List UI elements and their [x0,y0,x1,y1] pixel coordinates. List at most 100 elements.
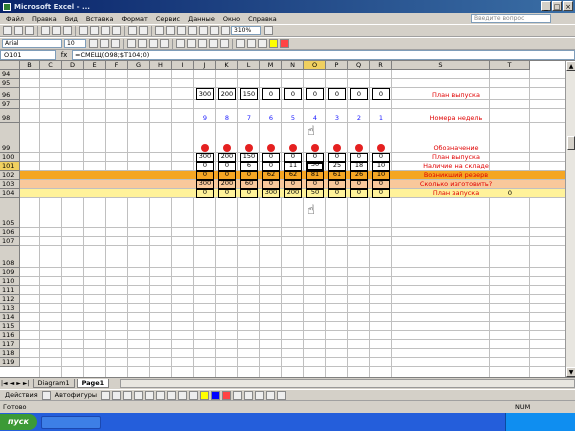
cell-l111[interactable] [240,286,258,295]
cell-p115[interactable] [328,322,346,331]
cell-k104[interactable]: 0 [218,188,236,198]
cell-k117[interactable] [218,340,236,349]
cell-r109[interactable] [372,268,390,277]
cell-l97[interactable] [240,100,258,109]
oval-icon[interactable] [133,390,143,400]
cell-l108[interactable] [240,246,258,268]
cell-n105[interactable] [284,198,302,228]
cell-n116[interactable] [284,331,302,340]
row-header-111[interactable]: 111 [0,286,20,295]
cell-n107[interactable] [284,237,302,246]
name-box[interactable]: O101 [0,50,56,60]
increase-decimal-icon[interactable] [209,39,218,48]
align-left-icon[interactable] [127,39,136,48]
cell-q116[interactable] [350,331,368,340]
cell-l118[interactable] [240,349,258,358]
cell-n104[interactable]: 200 [284,188,302,198]
cell-o111[interactable] [306,286,324,295]
row-header-113[interactable]: 113 [0,304,20,313]
cell-p119[interactable] [328,358,346,367]
cell-m113[interactable] [262,304,280,313]
cell-q113[interactable] [350,304,368,313]
cell-n94[interactable] [284,70,302,79]
row-header-110[interactable]: 110 [0,277,20,286]
picture-icon[interactable] [188,390,198,400]
cell-r113[interactable] [372,304,390,313]
cell-q95[interactable] [350,79,368,88]
close-button[interactable]: × [563,1,573,11]
cell-n98[interactable]: 5 [284,109,302,123]
column-header-q[interactable]: Q [348,61,370,70]
horizontal-scrollbar[interactable] [120,379,575,388]
column-header-r[interactable]: R [370,61,392,70]
column-header-l[interactable]: L [238,61,260,70]
cell-k95[interactable] [218,79,236,88]
cell-o112[interactable] [306,295,324,304]
cell-n113[interactable] [284,304,302,313]
sort-asc-icon[interactable] [188,26,197,35]
vertical-scrollbar[interactable]: ▲ ▼ [565,61,575,377]
menu-window[interactable]: Окно [219,15,244,23]
column-header-f[interactable]: F [106,61,128,70]
dash-style-icon[interactable] [243,390,253,400]
menu-help[interactable]: Справка [244,15,281,23]
cell-k107[interactable] [218,237,236,246]
cell-l96[interactable]: 150 [240,88,258,100]
row-header-104[interactable]: 104 [0,189,20,198]
cell-m98[interactable]: 6 [262,109,280,123]
rectangle-icon[interactable] [122,390,132,400]
cell-m96[interactable]: 0 [262,88,280,100]
cell-k97[interactable] [218,100,236,109]
column-header-s[interactable]: S [392,61,490,70]
taskbar-excel-item[interactable] [40,415,101,429]
row-header-119[interactable]: 119 [0,358,20,367]
cell-l114[interactable] [240,313,258,322]
column-header-i[interactable]: I [172,61,194,70]
cell-q94[interactable] [350,70,368,79]
cell-q107[interactable] [350,237,368,246]
worksheet-grid[interactable]: B C D E F G H I J K L M N O P Q R S T 94 95 96 300 200 150 0 0 0 0 0 0… [0,61,565,377]
cell-q104[interactable]: 0 [350,188,368,198]
cell-j118[interactable] [196,349,214,358]
cell-o110[interactable] [306,277,324,286]
cell-j113[interactable] [196,304,214,313]
row-header-114[interactable]: 114 [0,313,20,322]
hyperlink-icon[interactable] [155,26,164,35]
cell-n118[interactable] [284,349,302,358]
prev-sheet-icon[interactable]: ◄ [9,380,16,387]
scroll-thumb[interactable] [567,136,575,150]
column-header-m[interactable]: M [260,61,282,70]
merge-center-icon[interactable] [160,39,169,48]
maximize-button[interactable]: □ [552,1,562,11]
align-right-icon[interactable] [149,39,158,48]
menu-tools[interactable]: Сервис [152,15,184,23]
cell-k98[interactable]: 8 [218,109,236,123]
help-icon[interactable] [264,26,273,35]
cell-k112[interactable] [218,295,236,304]
cell-p106[interactable] [328,228,346,237]
print-icon[interactable] [41,26,50,35]
cell-r112[interactable] [372,295,390,304]
drawing-icon[interactable] [221,26,230,35]
cell-j105[interactable] [196,198,214,228]
cell-l112[interactable] [240,295,258,304]
format-painter-icon[interactable] [112,26,121,35]
borders-icon[interactable] [258,39,267,48]
cell-r117[interactable] [372,340,390,349]
chart-wizard-icon[interactable] [210,26,219,35]
cell-q96[interactable]: 0 [350,88,368,100]
cell-k96[interactable]: 200 [218,88,236,100]
function-icon[interactable] [177,26,186,35]
textbox-icon[interactable] [144,390,154,400]
actions-menu[interactable]: Действия [5,391,38,399]
cell-o114[interactable] [306,313,324,322]
cell-j111[interactable] [196,286,214,295]
open-icon[interactable] [14,26,23,35]
cell-l110[interactable] [240,277,258,286]
cell-q105[interactable] [350,198,368,228]
cell-o118[interactable] [306,349,324,358]
column-header-k[interactable]: K [216,61,238,70]
last-sheet-icon[interactable]: ►| [22,380,31,387]
cell-o94[interactable] [306,70,324,79]
percent-icon[interactable] [187,39,196,48]
